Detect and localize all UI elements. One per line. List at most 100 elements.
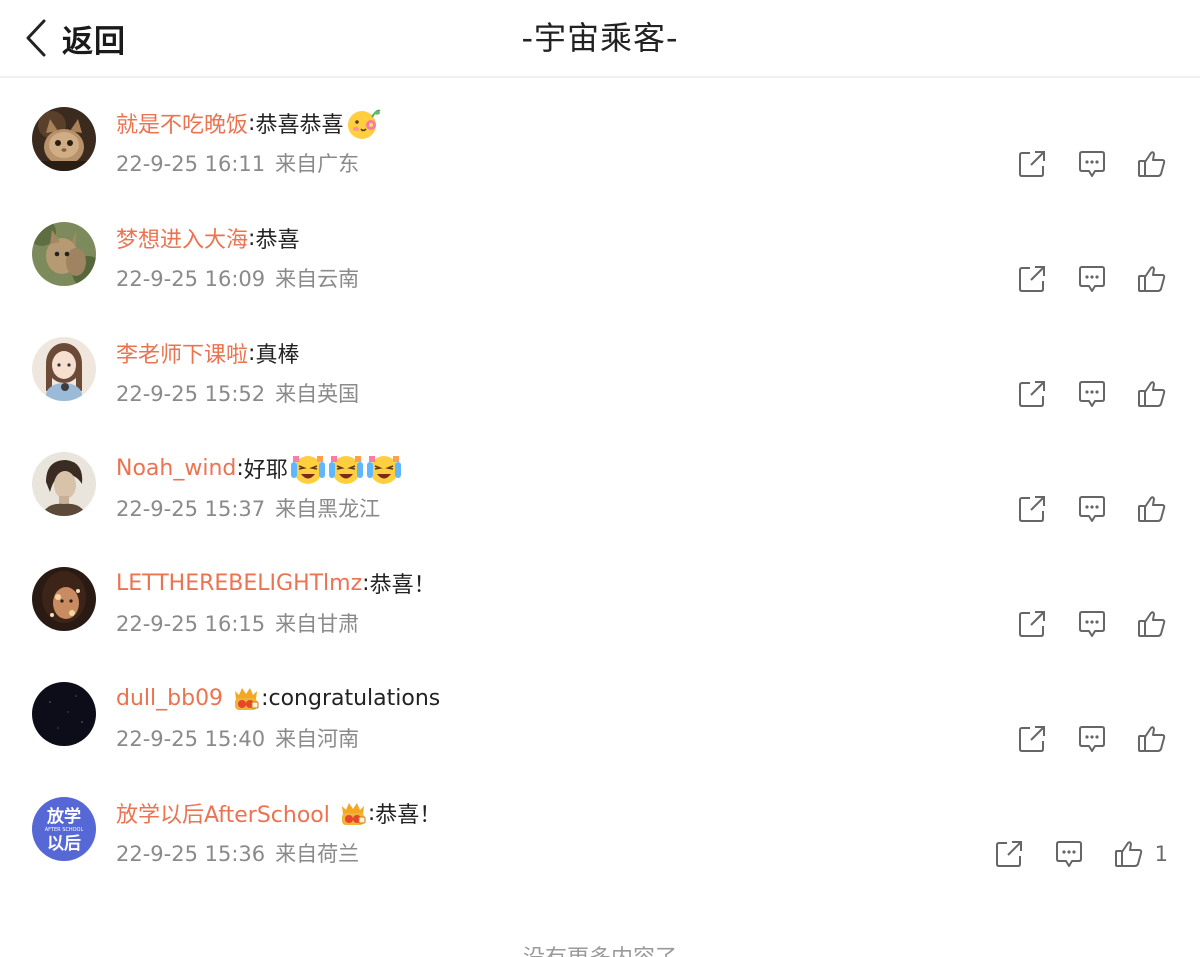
avatar[interactable] — [32, 337, 96, 401]
share-icon — [1016, 493, 1048, 525]
colon-separator: : — [362, 570, 370, 596]
comment-meta: 22-9-25 15:52 来自英国 — [116, 379, 359, 409]
comment-content: Noah_wind: 好耶 — [116, 449, 402, 487]
like-button[interactable] — [1136, 493, 1168, 525]
reply-button[interactable] — [1076, 608, 1108, 640]
share-button[interactable] — [1016, 608, 1048, 640]
comment-page: 返回 -宇宙乘客- 就是不吃晚饭: 恭喜恭喜 22-9-25 16:11 来自广东 梦想… — [0, 0, 1200, 957]
reply-button[interactable] — [1076, 723, 1108, 755]
share-icon — [993, 838, 1025, 870]
comment-item: dull_bb09: congratulations 22-9-25 15:40 来自… — [0, 655, 1200, 770]
comment-content: dull_bb09: congratulations — [116, 679, 440, 717]
like-button[interactable]: 1 — [1113, 838, 1168, 870]
comment-time: 22-9-25 15:36 — [116, 842, 266, 866]
comment-username[interactable]: dull_bb09 — [116, 686, 223, 711]
comment-time: 22-9-25 16:15 — [116, 612, 266, 636]
reply-button[interactable] — [1076, 378, 1108, 410]
like-button[interactable] — [1136, 723, 1168, 755]
avatar-text-small: AFTER SCHOOL — [45, 827, 84, 833]
tears-joy-emoji — [290, 450, 326, 486]
comment-icon — [1076, 608, 1108, 640]
comment-text: 恭喜！ — [369, 573, 436, 598]
like-button[interactable] — [1136, 608, 1168, 640]
comment-icon — [1076, 493, 1108, 525]
comment-meta: 22-9-25 15:37 来自黑龙江 — [116, 494, 380, 524]
comment-meta: 22-9-25 15:36 来自荷兰 — [116, 839, 359, 869]
top-bar: 返回 -宇宙乘客- — [0, 0, 1200, 78]
share-button[interactable] — [1016, 378, 1048, 410]
comment-content: 梦想进入大海: 恭喜 — [116, 219, 299, 257]
share-icon — [1016, 378, 1048, 410]
flower-smile-emoji — [345, 105, 382, 141]
comment-list: 就是不吃晚饭: 恭喜恭喜 22-9-25 16:11 来自广东 梦想进入大海: 恭喜 22-… — [0, 80, 1200, 885]
reply-button[interactable] — [1053, 838, 1085, 870]
comment-meta: 22-9-25 16:15 来自甘肃 — [116, 609, 359, 639]
reply-button[interactable] — [1076, 263, 1108, 295]
thumbs-up-icon — [1136, 493, 1168, 525]
thumbs-up-icon — [1136, 378, 1168, 410]
share-button[interactable] — [1016, 263, 1048, 295]
comment-location: 来自甘肃 — [275, 612, 360, 636]
share-button[interactable] — [1016, 723, 1048, 755]
comment-icon — [1076, 263, 1108, 295]
share-icon — [1016, 148, 1048, 180]
avatar[interactable] — [32, 567, 96, 631]
comment-text: congratulations — [268, 685, 441, 711]
comment-location: 来自河南 — [275, 727, 360, 751]
comment-time: 22-9-25 15:40 — [116, 727, 266, 751]
thumbs-up-icon — [1136, 608, 1168, 640]
like-button[interactable] — [1136, 148, 1168, 180]
thumbs-up-icon — [1113, 838, 1145, 870]
share-button[interactable] — [993, 838, 1025, 870]
comment-actions — [988, 261, 1168, 297]
comment-icon — [1076, 378, 1108, 410]
colon-separator: : — [236, 455, 244, 481]
comment-content: LETTHEREBELIGHTlmz: 恭喜！ — [116, 564, 436, 602]
comment-location: 来自黑龙江 — [275, 497, 381, 521]
comment-item: Noah_wind: 好耶 22-9-25 15:37 来自黑龙江 — [0, 425, 1200, 540]
comment-item: 就是不吃晚饭: 恭喜恭喜 22-9-25 16:11 来自广东 — [0, 80, 1200, 195]
avatar[interactable] — [32, 107, 96, 171]
tears-joy-emoji — [328, 450, 364, 486]
comment-item: 李老师下课啦: 真棒 22-9-25 15:52 来自英国 — [0, 310, 1200, 425]
colon-separator: : — [248, 340, 256, 366]
comment-username[interactable]: Noah_wind — [116, 456, 236, 481]
comment-actions — [988, 146, 1168, 182]
comment-username[interactable]: 放学以后AfterSchool — [116, 797, 330, 829]
like-button[interactable] — [1136, 378, 1168, 410]
comment-username[interactable]: LETTHEREBELIGHTlmz — [116, 571, 362, 596]
avatar[interactable] — [32, 222, 96, 286]
fan-badge-icon[interactable] — [338, 798, 368, 828]
colon-separator: : — [261, 685, 269, 711]
comment-location: 来自云南 — [275, 267, 360, 291]
comment-meta: 22-9-25 16:09 来自云南 — [116, 264, 359, 294]
comment-username[interactable]: 就是不吃晚饭 — [116, 107, 248, 139]
comment-icon — [1076, 148, 1108, 180]
comment-username[interactable]: 梦想进入大海 — [116, 222, 248, 254]
reply-button[interactable] — [1076, 493, 1108, 525]
fan-badge-icon[interactable] — [231, 683, 261, 713]
reply-button[interactable] — [1076, 148, 1108, 180]
page-title: -宇宙乘客- — [521, 19, 679, 57]
avatar[interactable]: 放学 AFTER SCHOOL 以后 — [32, 797, 96, 861]
comment-item: 梦想进入大海: 恭喜 22-9-25 16:09 来自云南 — [0, 195, 1200, 310]
tears-joy-emoji — [366, 450, 402, 486]
comment-time: 22-9-25 16:11 — [116, 152, 266, 176]
share-button[interactable] — [1016, 493, 1048, 525]
comment-meta: 22-9-25 15:40 来自河南 — [116, 724, 359, 754]
comment-text: 恭喜 — [255, 228, 300, 253]
comment-meta: 22-9-25 16:11 来自广东 — [116, 149, 359, 179]
avatar-text-bottom: 以后 — [47, 834, 81, 854]
comment-location: 来自荷兰 — [275, 842, 360, 866]
comment-time: 22-9-25 16:09 — [116, 267, 266, 291]
avatar[interactable] — [32, 682, 96, 746]
like-button[interactable] — [1136, 263, 1168, 295]
comment-item: LETTHEREBELIGHTlmz: 恭喜！ 22-9-25 16:15 来自甘肃 — [0, 540, 1200, 655]
share-icon — [1016, 608, 1048, 640]
avatar[interactable] — [32, 452, 96, 516]
comment-username[interactable]: 李老师下课啦 — [116, 337, 248, 369]
comment-content: 就是不吃晚饭: 恭喜恭喜 — [116, 104, 382, 142]
share-button[interactable] — [1016, 148, 1048, 180]
comment-actions: 1 — [965, 836, 1168, 872]
comment-item: 放学 AFTER SCHOOL 以后 放学以后AfterSchool: 恭喜！ 22-9-… — [0, 770, 1200, 885]
